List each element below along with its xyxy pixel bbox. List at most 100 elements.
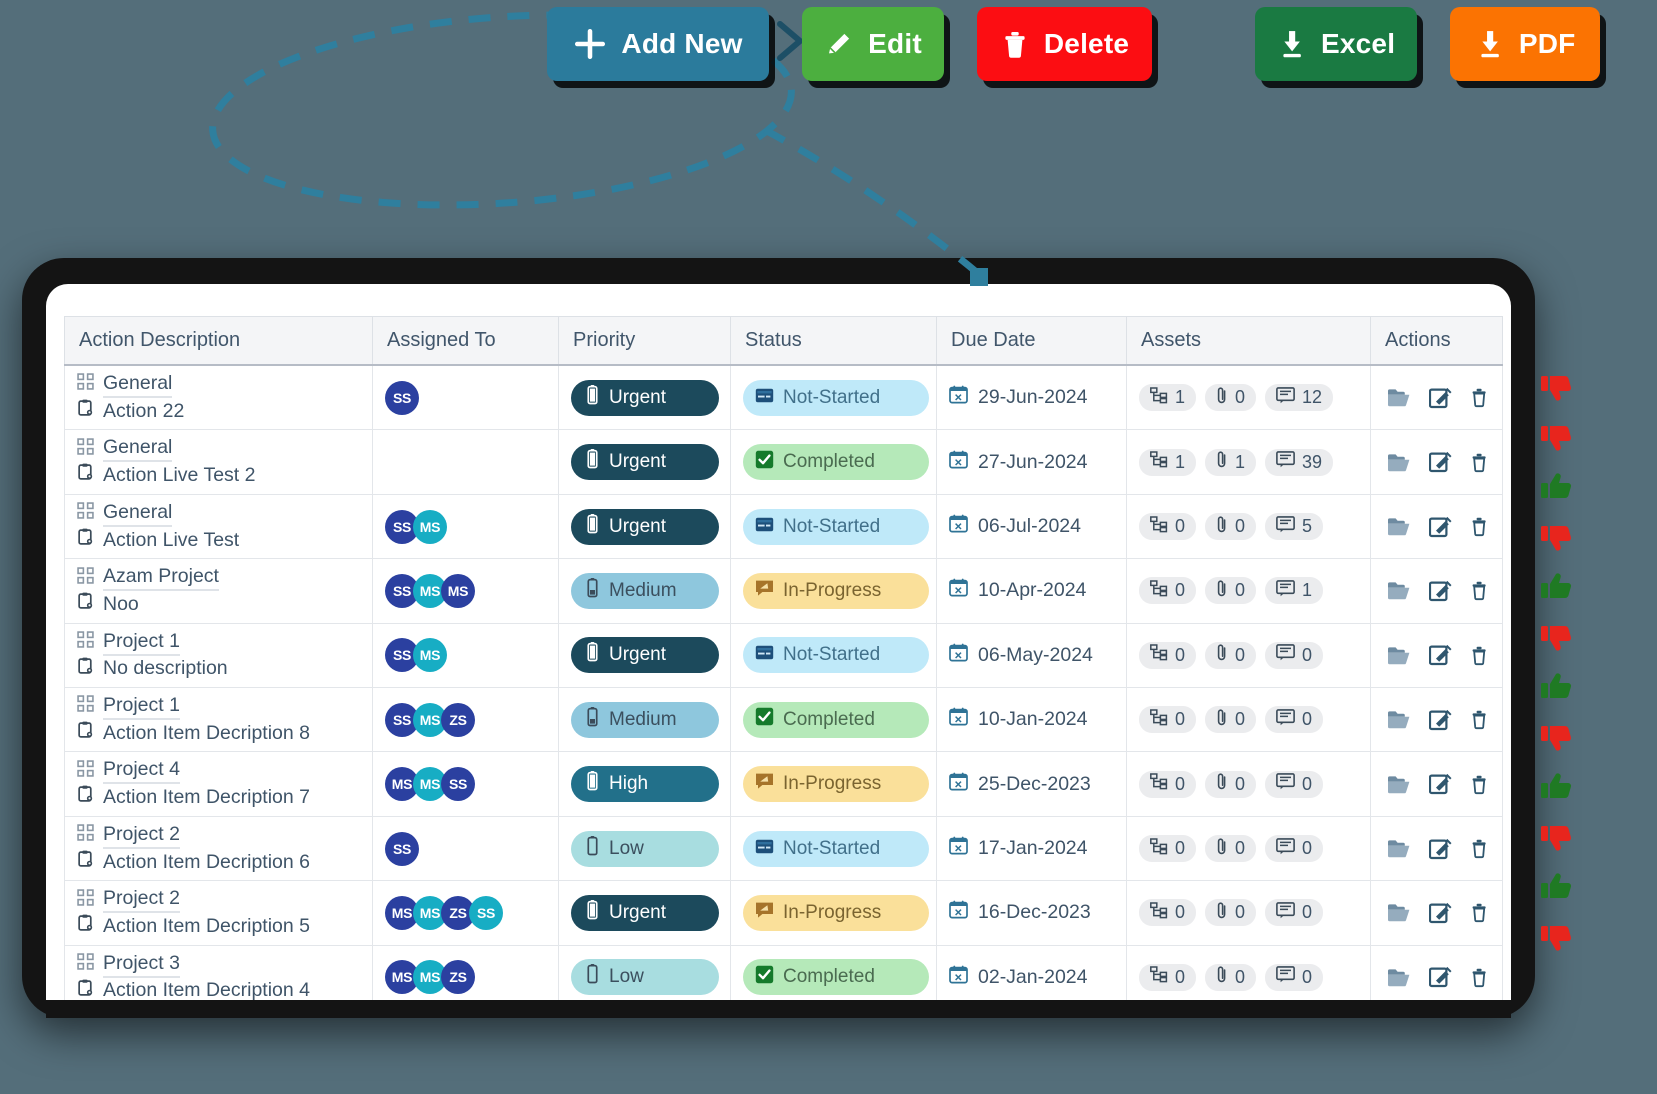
comment-chip[interactable]: 0 bbox=[1265, 771, 1323, 798]
column-header-priority[interactable]: Priority bbox=[559, 317, 731, 366]
delete-icon[interactable] bbox=[1470, 452, 1489, 473]
column-header-assets[interactable]: Assets bbox=[1127, 317, 1371, 366]
table-row[interactable]: Project 4 Action Item Decription 7 MSMSS… bbox=[65, 752, 1503, 816]
avatar[interactable]: MS bbox=[413, 510, 447, 544]
open-folder-icon[interactable] bbox=[1387, 774, 1411, 795]
export-pdf-button[interactable]: PDF bbox=[1450, 7, 1600, 81]
edit-icon[interactable] bbox=[1429, 644, 1452, 666]
edit-icon[interactable] bbox=[1429, 838, 1452, 860]
edit-icon[interactable] bbox=[1429, 966, 1452, 988]
attachment-chip[interactable]: 0 bbox=[1205, 577, 1256, 604]
open-folder-icon[interactable] bbox=[1387, 709, 1411, 730]
table-row[interactable]: Project 1 No description SSMS Urgent Not… bbox=[65, 623, 1503, 687]
subtask-chip[interactable]: 1 bbox=[1139, 384, 1196, 411]
avatar[interactable]: SS bbox=[441, 767, 475, 801]
table-row[interactable]: Project 2 Action Item Decription 6 SS Lo… bbox=[65, 816, 1503, 880]
add-new-button[interactable]: Add New bbox=[547, 7, 769, 81]
subtask-chip[interactable]: 0 bbox=[1139, 899, 1196, 926]
table-row[interactable]: General Action Live Test SSMS Urgent Not… bbox=[65, 494, 1503, 558]
open-folder-icon[interactable] bbox=[1387, 516, 1411, 537]
action-name: Action Item Decription 4 bbox=[103, 979, 310, 1002]
delete-icon[interactable] bbox=[1470, 645, 1489, 666]
cell-due-date: 29-Jun-2024 bbox=[937, 365, 1127, 430]
edit-button[interactable]: Edit bbox=[802, 7, 944, 81]
comment-chip[interactable]: 0 bbox=[1265, 899, 1323, 926]
priority-badge: Urgent bbox=[571, 380, 719, 416]
open-folder-icon[interactable] bbox=[1387, 387, 1411, 408]
delete-icon[interactable] bbox=[1470, 387, 1489, 408]
column-header-status[interactable]: Status bbox=[731, 317, 937, 366]
delete-icon[interactable] bbox=[1470, 580, 1489, 601]
open-folder-icon[interactable] bbox=[1387, 452, 1411, 473]
avatar[interactable]: ZS bbox=[441, 703, 475, 737]
column-header-due-date[interactable]: Due Date bbox=[937, 317, 1127, 366]
edit-icon[interactable] bbox=[1429, 451, 1452, 473]
open-folder-icon[interactable] bbox=[1387, 580, 1411, 601]
comment-chip[interactable]: 12 bbox=[1265, 384, 1333, 411]
attachment-chip[interactable]: 0 bbox=[1205, 771, 1256, 798]
attachment-chip[interactable]: 0 bbox=[1205, 642, 1256, 669]
export-excel-button[interactable]: Excel bbox=[1255, 7, 1417, 81]
subtask-chip[interactable]: 0 bbox=[1139, 964, 1196, 991]
comment-chip[interactable]: 0 bbox=[1265, 964, 1323, 991]
avatar-group: MSMSZSSS bbox=[385, 896, 548, 930]
edit-icon[interactable] bbox=[1429, 387, 1452, 409]
table-row[interactable]: Project 2 Action Item Decription 5 MSMSZ… bbox=[65, 881, 1503, 945]
comment-chip[interactable]: 1 bbox=[1265, 577, 1323, 604]
column-header-action-description[interactable]: Action Description bbox=[65, 317, 373, 366]
status-icon bbox=[755, 644, 774, 666]
delete-button[interactable]: Delete bbox=[977, 7, 1152, 81]
delete-icon[interactable] bbox=[1470, 902, 1489, 923]
attachment-chip[interactable]: 0 bbox=[1205, 835, 1256, 862]
table-row[interactable]: Project 1 Action Item Decription 8 SSMSZ… bbox=[65, 688, 1503, 752]
edit-icon[interactable] bbox=[1429, 516, 1452, 538]
comment-chip[interactable]: 0 bbox=[1265, 706, 1323, 733]
table-row[interactable]: General Action Live Test 2 Urgent Comple… bbox=[65, 430, 1503, 494]
delete-icon[interactable] bbox=[1470, 774, 1489, 795]
delete-icon[interactable] bbox=[1470, 516, 1489, 537]
avatar[interactable]: MS bbox=[441, 574, 475, 608]
cell-priority: Medium bbox=[559, 559, 731, 623]
edit-icon[interactable] bbox=[1429, 902, 1452, 924]
avatar[interactable]: SS bbox=[385, 832, 419, 866]
comment-chip[interactable]: 39 bbox=[1265, 449, 1333, 476]
open-folder-icon[interactable] bbox=[1387, 838, 1411, 859]
edit-icon[interactable] bbox=[1429, 580, 1452, 602]
cell-status: Completed bbox=[731, 430, 937, 494]
subtask-chip[interactable]: 0 bbox=[1139, 513, 1196, 540]
avatar[interactable]: MS bbox=[413, 638, 447, 672]
column-header-actions[interactable]: Actions bbox=[1371, 317, 1503, 366]
open-folder-icon[interactable] bbox=[1387, 645, 1411, 666]
attachment-chip[interactable]: 0 bbox=[1205, 384, 1256, 411]
attachment-chip[interactable]: 0 bbox=[1205, 513, 1256, 540]
attachment-chip[interactable]: 1 bbox=[1205, 449, 1256, 476]
avatar[interactable]: ZS bbox=[441, 960, 475, 994]
due-date-text: 29-Jun-2024 bbox=[978, 386, 1088, 409]
delete-icon[interactable] bbox=[1470, 709, 1489, 730]
delete-icon[interactable] bbox=[1470, 838, 1489, 859]
subtask-chip[interactable]: 1 bbox=[1139, 449, 1196, 476]
attachment-chip[interactable]: 0 bbox=[1205, 964, 1256, 991]
subtask-chip[interactable]: 0 bbox=[1139, 835, 1196, 862]
delete-icon[interactable] bbox=[1470, 967, 1489, 988]
open-folder-icon[interactable] bbox=[1387, 967, 1411, 988]
edit-icon[interactable] bbox=[1429, 709, 1452, 731]
attachment-chip[interactable]: 0 bbox=[1205, 706, 1256, 733]
subtask-count: 1 bbox=[1175, 387, 1185, 408]
table-row[interactable]: Azam Project Noo SSMSMS Medium In-Progre… bbox=[65, 559, 1503, 623]
comment-chip[interactable]: 0 bbox=[1265, 642, 1323, 669]
subtask-chip[interactable]: 0 bbox=[1139, 706, 1196, 733]
avatar[interactable]: SS bbox=[469, 896, 503, 930]
avatar[interactable]: SS bbox=[385, 381, 419, 415]
open-folder-icon[interactable] bbox=[1387, 902, 1411, 923]
subtask-chip[interactable]: 0 bbox=[1139, 642, 1196, 669]
comment-chip[interactable]: 5 bbox=[1265, 513, 1323, 540]
cell-priority: Urgent bbox=[559, 430, 731, 494]
subtask-chip[interactable]: 0 bbox=[1139, 771, 1196, 798]
attachment-chip[interactable]: 0 bbox=[1205, 899, 1256, 926]
table-row[interactable]: General Action 22 SS Urgent Not-Started … bbox=[65, 365, 1503, 430]
comment-chip[interactable]: 0 bbox=[1265, 835, 1323, 862]
edit-icon[interactable] bbox=[1429, 773, 1452, 795]
subtask-chip[interactable]: 0 bbox=[1139, 577, 1196, 604]
column-header-assigned-to[interactable]: Assigned To bbox=[373, 317, 559, 366]
